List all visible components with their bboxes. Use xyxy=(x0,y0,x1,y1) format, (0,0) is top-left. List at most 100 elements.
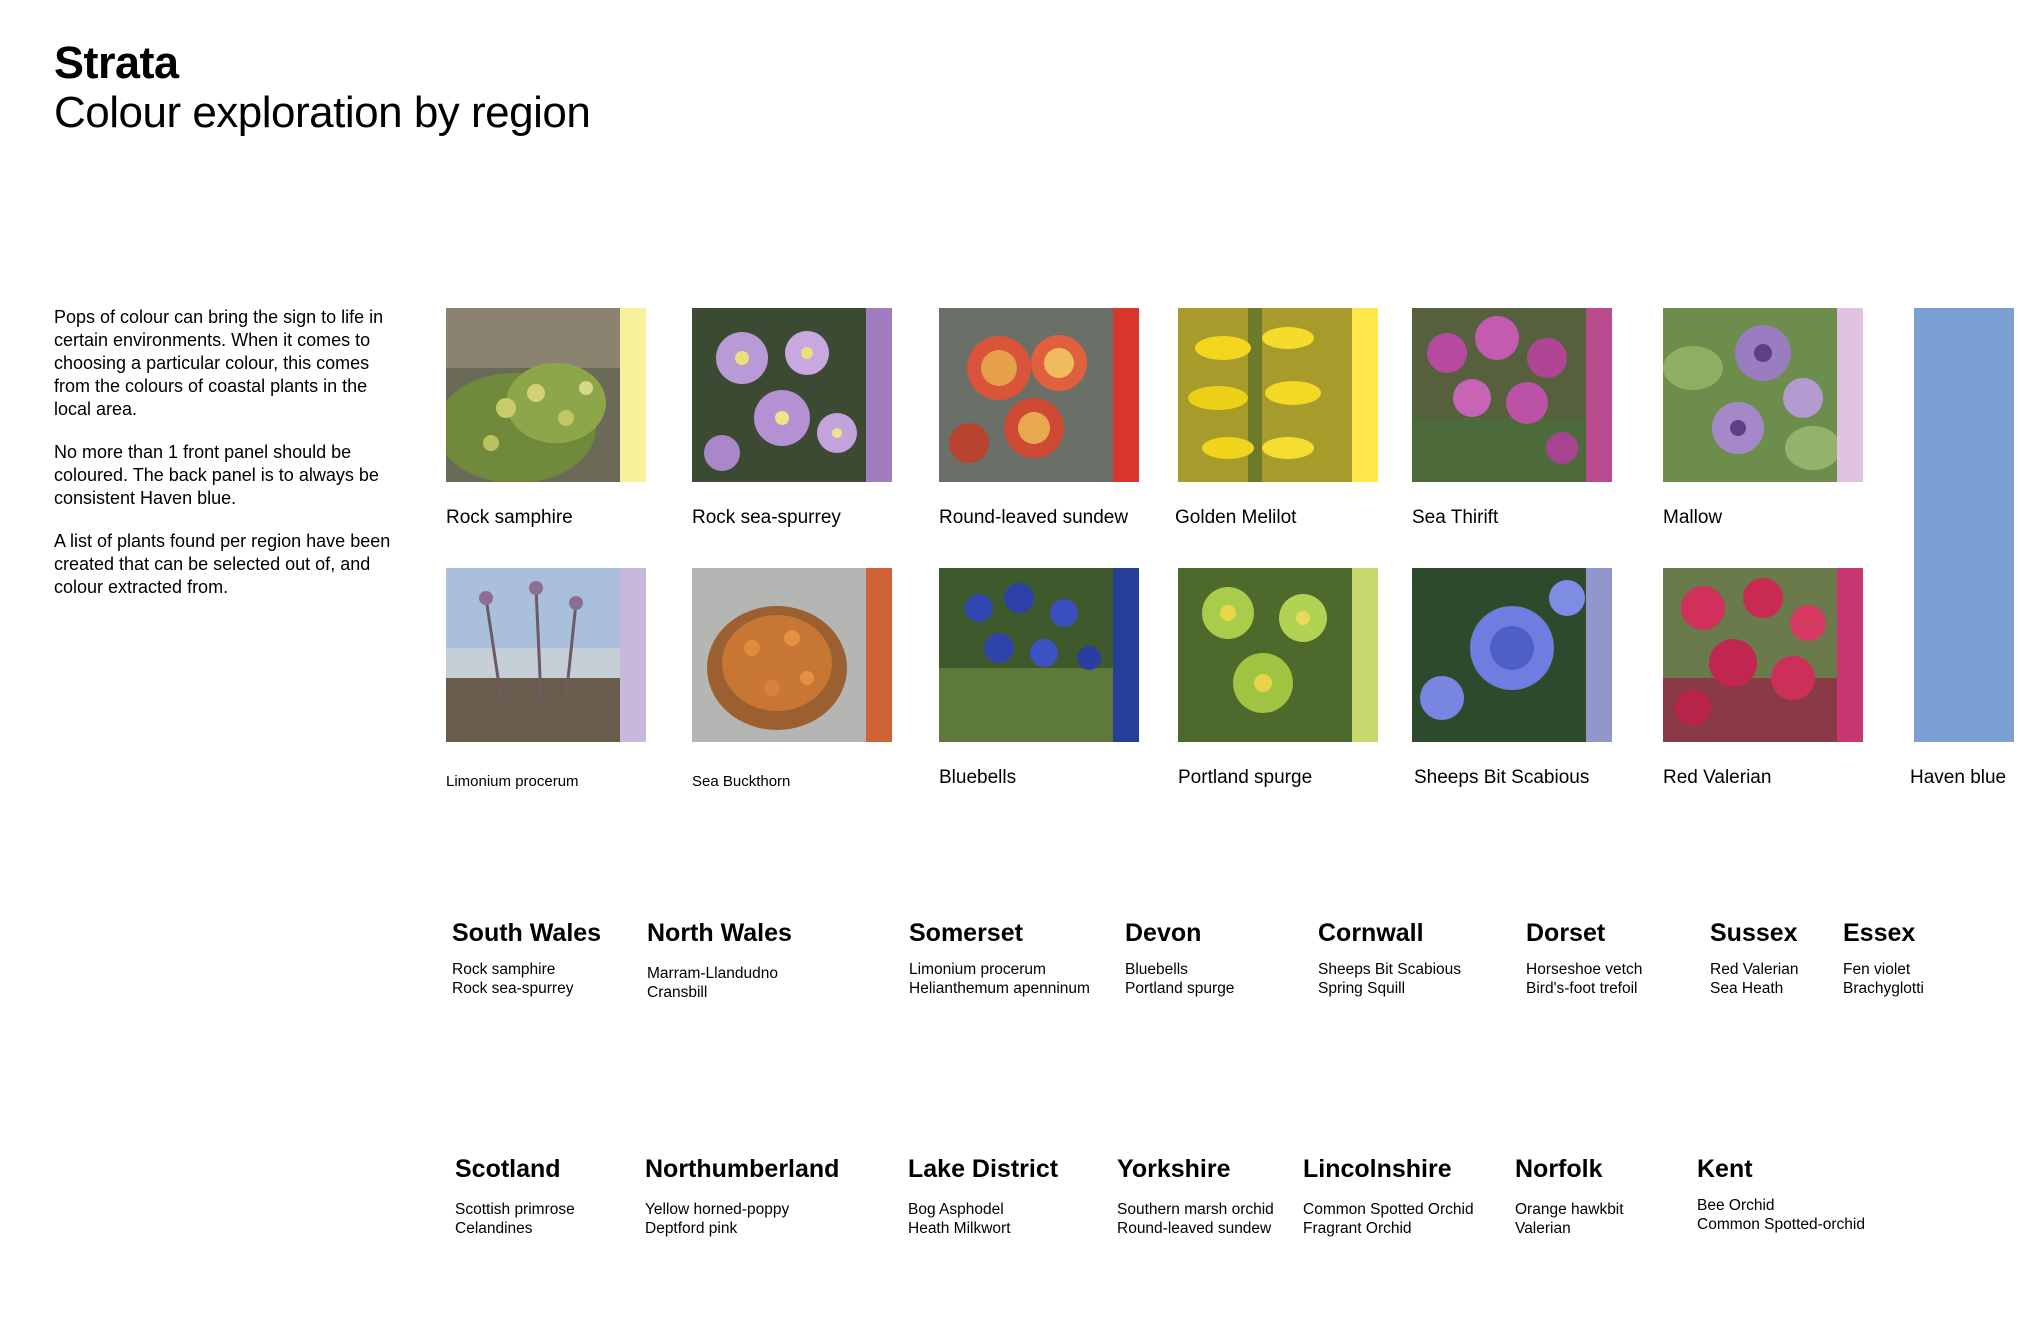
colour-bar xyxy=(1837,568,1863,742)
plant-photo xyxy=(1663,308,1837,482)
colour-bar xyxy=(620,568,646,742)
intro-paragraph: A list of plants found per region have b… xyxy=(54,531,391,597)
swatch-mallow xyxy=(1663,308,1863,482)
swatch-bluebells xyxy=(939,568,1139,742)
intro-text: Pops of colour can bring the sign to lif… xyxy=(54,306,404,619)
swatch-round-leaved-sundew xyxy=(939,308,1139,482)
colour-bar xyxy=(1352,568,1378,742)
plant-label: Sea Thirift xyxy=(1412,507,1499,528)
region-plant: Rock samphire xyxy=(452,961,556,978)
region-scotland: Scotland Scottish primrose Celandines xyxy=(455,1154,575,1238)
region-plant: Sheeps Bit Scabious xyxy=(1318,961,1462,978)
region-plant: Brachyglotti xyxy=(1843,980,1924,997)
region-name: Devon xyxy=(1125,919,1202,947)
region-somerset: Somerset Limonium procerum Helianthemum … xyxy=(909,918,1090,998)
region-plant: Portland spurge xyxy=(1125,980,1235,997)
swatch-limonium-procerum xyxy=(446,568,646,742)
colour-bar xyxy=(1586,308,1612,482)
region-name: Sussex xyxy=(1710,919,1798,947)
region-cornwall: Cornwall Sheeps Bit Scabious Spring Squi… xyxy=(1318,918,1461,998)
region-plant: Common Spotted Orchid xyxy=(1303,1201,1474,1218)
region-plant: Fragrant Orchid xyxy=(1303,1220,1412,1237)
colour-bar xyxy=(1586,568,1612,742)
region-name: Essex xyxy=(1843,919,1916,947)
swatch-sea-thirift xyxy=(1412,308,1612,482)
plant-photo xyxy=(446,308,620,482)
plant-label: Limonium procerum xyxy=(446,773,579,790)
region-name: North Wales xyxy=(647,919,792,947)
haven-blue-panel xyxy=(1914,308,2014,742)
region-plant: Bee Orchid xyxy=(1697,1197,1775,1214)
page-subtitle: Colour exploration by region xyxy=(54,88,591,137)
region-plant: Heath Milkwort xyxy=(908,1220,1011,1237)
region-plant: Helianthemum apenninum xyxy=(909,980,1090,997)
plant-photo xyxy=(1178,308,1352,482)
plant-label: Rock sea-spurrey xyxy=(692,507,841,528)
colour-bar xyxy=(620,308,646,482)
region-name: Scotland xyxy=(455,1155,561,1183)
colour-bar xyxy=(1113,308,1139,482)
colour-bar xyxy=(1113,568,1139,742)
region-name: Cornwall xyxy=(1318,919,1424,947)
region-dorset: Dorset Horseshoe vetch Bird's-foot trefo… xyxy=(1526,918,1642,998)
region-norfolk: Norfolk Orange hawkbit Valerian xyxy=(1515,1154,1624,1238)
region-plant: Common Spotted-orchid xyxy=(1697,1216,1865,1233)
region-plant: Horseshoe vetch xyxy=(1526,961,1643,978)
swatch-sea-buckthorn xyxy=(692,568,892,742)
region-north-wales: North Wales Marram-Llandudno Cransbill xyxy=(647,918,792,1002)
region-name: Yorkshire xyxy=(1117,1155,1231,1183)
plant-label: Mallow xyxy=(1663,507,1723,528)
region-plant: Round-leaved sundew xyxy=(1117,1220,1272,1237)
region-name: Norfolk xyxy=(1515,1155,1603,1183)
region-plant: Red Valerian xyxy=(1710,961,1799,978)
region-plant: Valerian xyxy=(1515,1220,1571,1237)
region-plant: Spring Squill xyxy=(1318,980,1406,997)
region-plant: Fen violet xyxy=(1843,961,1911,978)
region-name: Somerset xyxy=(909,919,1023,947)
swatch-red-valerian xyxy=(1663,568,1863,742)
region-plant: Southern marsh orchid xyxy=(1117,1201,1274,1218)
region-name: Kent xyxy=(1697,1155,1753,1183)
plant-photo xyxy=(939,308,1113,482)
plant-label: Sheeps Bit Scabious xyxy=(1414,767,1590,788)
plant-label: Bluebells xyxy=(939,767,1017,788)
region-plant: Limonium procerum xyxy=(909,961,1046,978)
swatch-golden-melilot xyxy=(1178,308,1378,482)
plant-label: Round-leaved sundew xyxy=(939,507,1129,528)
region-plant: Celandines xyxy=(455,1220,533,1237)
region-plant: Bluebells xyxy=(1125,961,1188,978)
plant-label: Golden Melilot xyxy=(1175,507,1297,528)
plant-label: Rock samphire xyxy=(446,507,573,528)
plant-photo xyxy=(939,568,1113,742)
region-sussex: Sussex Red Valerian Sea Heath xyxy=(1710,918,1798,998)
colour-bar xyxy=(866,308,892,482)
region-plant: Bog Asphodel xyxy=(908,1201,1004,1218)
region-essex: Essex Fen violet Brachyglotti xyxy=(1843,918,1924,998)
swatch-rock-sea-spurrey xyxy=(692,308,892,482)
region-northumberland: Northumberland Yellow horned-poppy Deptf… xyxy=(645,1154,839,1238)
plant-label: Portland spurge xyxy=(1178,767,1313,788)
region-name: Dorset xyxy=(1526,919,1606,947)
region-plant: Orange hawkbit xyxy=(1515,1201,1624,1218)
swatch-portland-spurge xyxy=(1178,568,1378,742)
swatch-sheeps-bit-scabious xyxy=(1412,568,1612,742)
region-lake-district: Lake District Bog Asphodel Heath Milkwor… xyxy=(908,1154,1058,1238)
region-kent: Kent Bee Orchid Common Spotted-orchid xyxy=(1697,1154,1865,1234)
region-yorkshire: Yorkshire Southern marsh orchid Round-le… xyxy=(1117,1154,1274,1238)
plant-photo xyxy=(1412,308,1586,482)
region-plant: Scottish primrose xyxy=(455,1201,575,1218)
region-plant: Yellow horned-poppy xyxy=(645,1201,790,1218)
region-south-wales: South Wales Rock samphire Rock sea-spurr… xyxy=(452,918,601,998)
intro-paragraph: Pops of colour can bring the sign to lif… xyxy=(54,307,384,419)
region-plant: Marram-Llandudno xyxy=(647,965,778,982)
plant-photo xyxy=(1178,568,1352,742)
plant-photo xyxy=(692,308,866,482)
region-name: Lake District xyxy=(908,1155,1059,1183)
plant-label: Sea Buckthorn xyxy=(692,773,791,790)
colour-bar xyxy=(1837,308,1863,482)
colour-bar xyxy=(866,568,892,742)
region-name: Lincolnshire xyxy=(1303,1155,1452,1183)
page-title: Strata xyxy=(54,37,179,88)
plant-photo xyxy=(692,568,866,742)
swatch-rock-samphire xyxy=(446,308,646,482)
